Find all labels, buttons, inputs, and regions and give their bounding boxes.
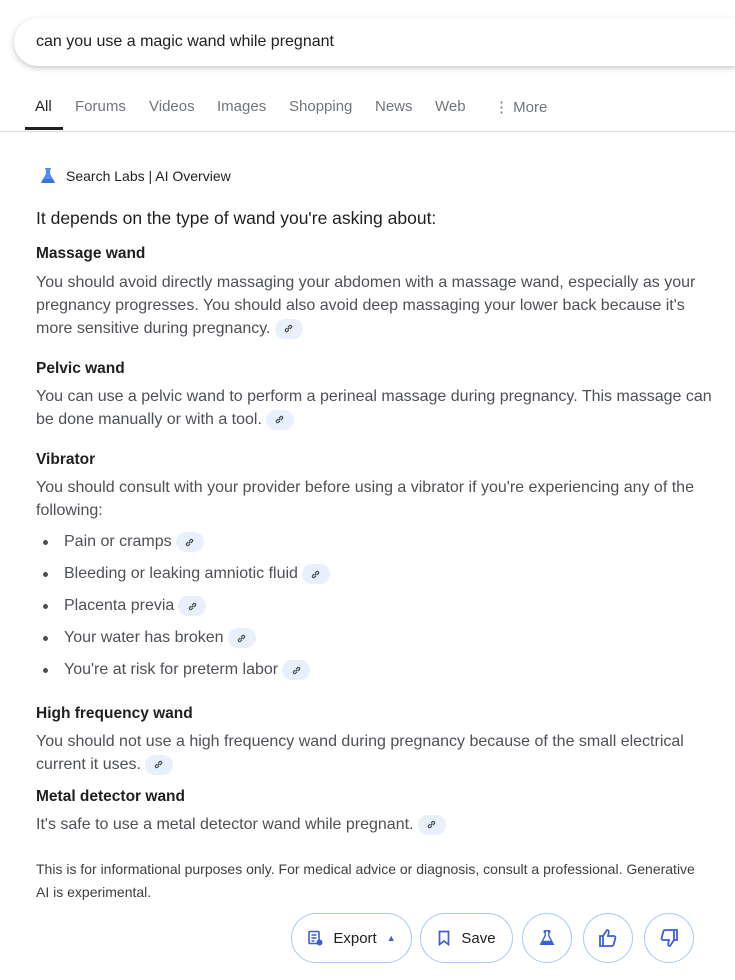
search-labs-button[interactable]	[522, 913, 572, 963]
source-link-button[interactable]	[175, 532, 204, 552]
active-tab-indicator	[25, 127, 63, 130]
thumbs-down-icon	[660, 929, 678, 947]
list-item: Pain or cramps	[43, 532, 204, 552]
section-title: High frequency wand	[36, 705, 193, 722]
thumbs-down-button[interactable]	[644, 913, 694, 963]
link-icon	[188, 602, 196, 610]
tab-videos[interactable]: Videos	[149, 98, 195, 115]
link-icon	[237, 634, 246, 642]
source-link-button[interactable]	[274, 318, 303, 339]
list-item: You're at risk for preterm labor	[42, 660, 311, 680]
thumbs-up-button[interactable]	[583, 913, 633, 963]
link-icon	[284, 325, 293, 333]
export-button[interactable]: Export ▲	[291, 913, 412, 963]
tab-news[interactable]: News	[375, 98, 413, 115]
source-link-button[interactable]	[301, 564, 330, 584]
link-icon	[155, 761, 163, 769]
save-button[interactable]: Save	[420, 913, 513, 963]
source-link-button[interactable]	[144, 754, 173, 775]
source-link-button[interactable]	[282, 660, 311, 680]
link-icon	[427, 821, 436, 829]
link-icon	[292, 666, 300, 674]
tab-images[interactable]: Images	[217, 98, 266, 115]
flask-icon	[539, 930, 555, 945]
source-link-button[interactable]	[417, 814, 446, 835]
section-text: You should avoid directly massaging your…	[36, 274, 696, 339]
section-title: Metal detector wand	[36, 788, 185, 805]
search-tabs: All Forums Videos Images Shopping News W…	[0, 88, 735, 132]
list-item: Your water has broken	[43, 628, 256, 648]
link-icon	[185, 538, 194, 546]
tab-all[interactable]: All	[35, 98, 52, 115]
save-label: Save	[461, 929, 496, 947]
export-doc-icon	[308, 930, 323, 946]
bookmark-icon	[439, 930, 450, 946]
ai-overview-header: Search Labs | AI Overview	[38, 166, 231, 186]
tab-web[interactable]: Web	[435, 98, 466, 115]
list-item: Bleeding or leaking amniotic fluid	[43, 564, 330, 584]
caret-up-icon: ▲	[386, 933, 396, 943]
section-title: Pelvic wand	[36, 360, 125, 377]
disclaimer: This is for informational purposes only.…	[36, 861, 695, 900]
search-query: can you use a magic wand while pregnant	[36, 33, 334, 50]
ai-overview-label: Search Labs | AI Overview	[66, 168, 231, 184]
overview-lead: It depends on the type of wand you're as…	[36, 208, 437, 228]
export-label: Export	[333, 929, 377, 947]
section-text: It's safe to use a metal detector wand w…	[36, 813, 716, 836]
list-item: Placenta previa	[42, 596, 207, 616]
more-vert-icon: ⋮	[494, 99, 514, 116]
tab-forums[interactable]: Forums	[75, 98, 126, 115]
tab-more[interactable]: ⋮ More	[494, 98, 547, 116]
search-input[interactable]: can you use a magic wand while pregnant	[14, 18, 735, 66]
link-icon	[312, 570, 320, 578]
source-link-button[interactable]	[178, 596, 207, 616]
flask-icon	[41, 168, 55, 183]
section-text: You should consult with your provider be…	[36, 479, 694, 519]
section-title: Vibrator	[36, 451, 96, 468]
section-text: You can use a pelvic wand to perform a p…	[36, 388, 712, 430]
section-text: You should not use a high frequency wand…	[36, 733, 684, 775]
source-link-button[interactable]	[265, 409, 294, 430]
thumbs-up-icon	[599, 929, 617, 947]
section-title: Massage wand	[36, 245, 146, 262]
tab-shopping[interactable]: Shopping	[289, 98, 352, 115]
link-icon	[276, 416, 284, 424]
source-link-button[interactable]	[227, 628, 256, 648]
